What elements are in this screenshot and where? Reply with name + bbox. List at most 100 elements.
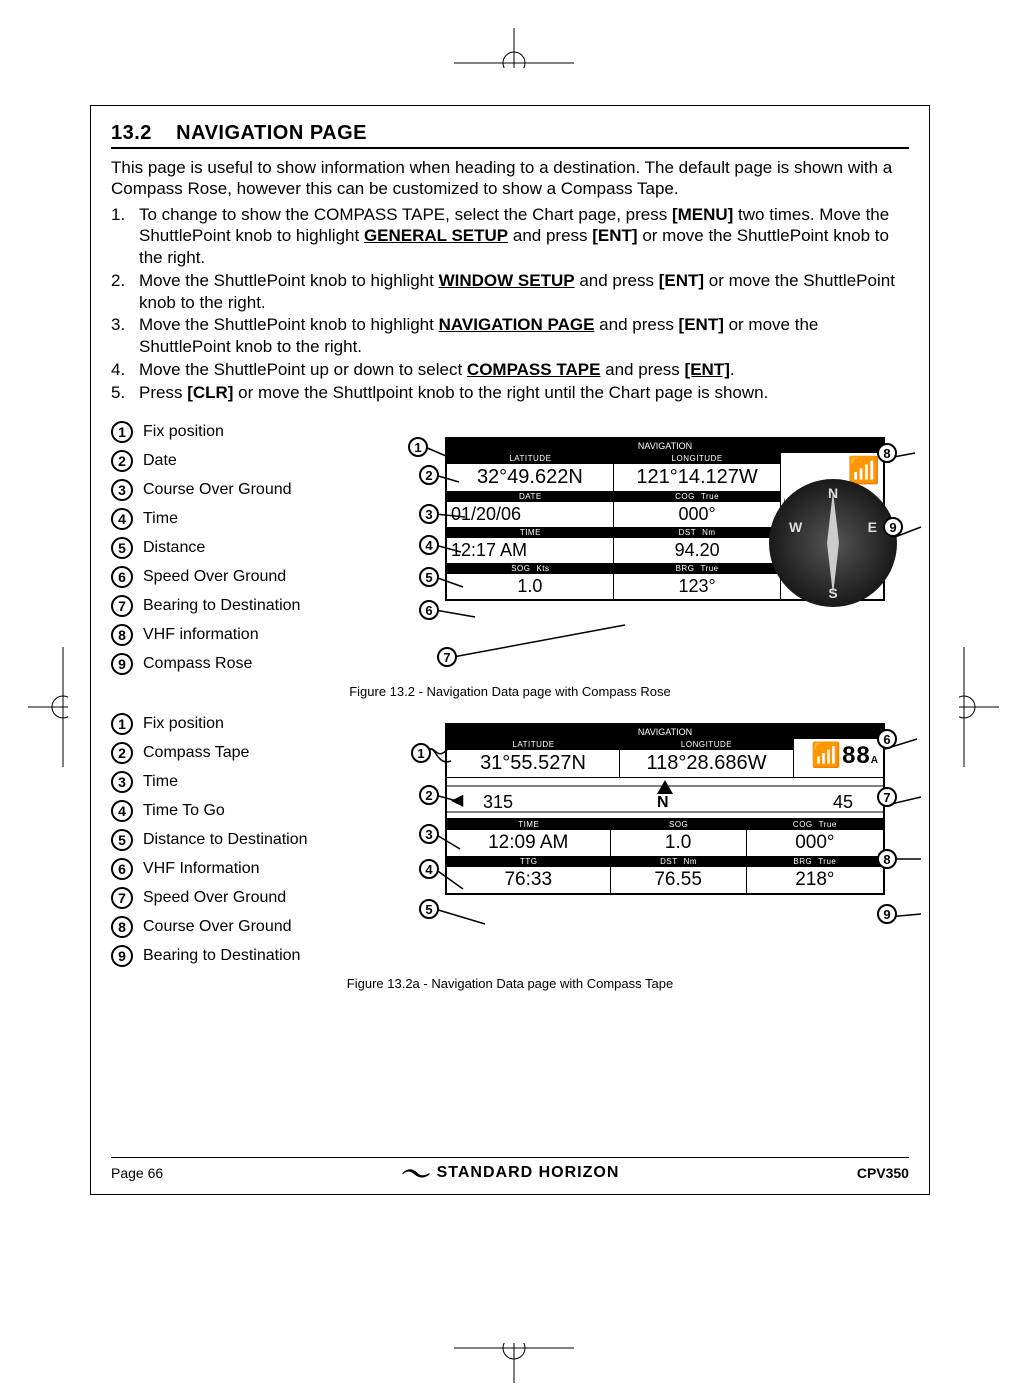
lon-label: LONGITUDE [614, 453, 781, 464]
page-number: Page 66 [111, 1165, 163, 1181]
legend-item: Bearing to Destination [143, 947, 300, 965]
screen-header: NAVIGATION [447, 725, 883, 739]
cog-value: 000° [614, 502, 781, 527]
step-number: 1. [111, 204, 139, 269]
callout-4: 4 [111, 800, 133, 822]
brg-value: 123° [614, 574, 781, 599]
figure-1-diagram: NAVIGATION LATITUDE 32°49.622N LONGITUDE [405, 417, 909, 677]
legend-item: Compass Tape [143, 744, 249, 762]
callout-9: 9 [111, 653, 133, 675]
callout-7: 7 [111, 595, 133, 617]
sog-label: SOGKts [447, 563, 614, 574]
crop-mark-bottom [454, 1343, 574, 1383]
callout-bubble: 5 [419, 899, 439, 919]
step-number: 4. [111, 359, 139, 381]
step-text: Move the ShuttlePoint knob to highlight … [139, 270, 909, 314]
callout-bubble: 2 [419, 785, 439, 805]
figure-1-block: 1Fix position 2Date 3Course Over Ground … [111, 417, 909, 678]
legend-item: VHF Information [143, 860, 259, 878]
legend-item: Time To Go [143, 802, 225, 820]
step-text: Move the ShuttlePoint up or down to sele… [139, 359, 735, 381]
brg-label: BRGTrue [747, 856, 883, 867]
legend-item: Compass Rose [143, 655, 252, 673]
brg-label: BRGTrue [614, 563, 781, 574]
dst-label: DSTNm [611, 856, 747, 867]
callout-2: 2 [111, 450, 133, 472]
step-4: 4. Move the ShuttlePoint up or down to s… [111, 359, 909, 381]
section-title-text: NAVIGATION PAGE [176, 122, 367, 144]
crop-mark-left [28, 647, 68, 767]
time-label: TIME [447, 527, 614, 538]
step-number: 2. [111, 270, 139, 314]
tape-left-value: 315 [483, 792, 513, 813]
time-value: 12:17 AM [447, 538, 614, 563]
lat-label: LATITUDE [447, 739, 620, 750]
page-footer: Page 66 STANDARD HORIZON CPV350 [111, 1157, 909, 1182]
callout-bubble: 8 [877, 443, 897, 463]
crop-mark-right [959, 647, 999, 767]
legend-item: Time [143, 510, 178, 528]
legend-item: Distance to Destination [143, 831, 308, 849]
cog-label: COGTrue [747, 819, 883, 830]
section-heading: 13.2 NAVIGATION PAGE [111, 122, 909, 149]
screen-header: NAVIGATION [447, 439, 883, 453]
tape-right-value: 45 [833, 792, 853, 813]
callout-2: 2 [111, 742, 133, 764]
crop-mark-top [454, 28, 574, 68]
figure-2-caption: Figure 13.2a - Navigation Data page with… [111, 976, 909, 991]
callout-bubble: 9 [883, 517, 903, 537]
compass-rose: N S W E [769, 479, 897, 607]
date-value: 01/20/06 [447, 502, 614, 527]
brand-logo: STANDARD HORIZON [401, 1164, 620, 1182]
step-5: 5. Press [CLR] or move the Shuttlpoint k… [111, 382, 909, 404]
sog-label: SOG [611, 819, 747, 830]
legend-1: 1Fix position 2Date 3Course Over Ground … [111, 417, 371, 678]
model-number: CPV350 [857, 1165, 909, 1181]
legend-item: Date [143, 452, 177, 470]
sog-value: 1.0 [447, 574, 614, 599]
ttg-label: TTG [447, 856, 611, 867]
callout-bubble: 4 [419, 859, 439, 879]
callout-9: 9 [111, 945, 133, 967]
lat-label: LATITUDE [447, 453, 614, 464]
callout-8: 8 [111, 624, 133, 646]
figure-2-diagram: NAVIGATION LATITUDE 31°55.527N LONGITUDE… [405, 709, 909, 949]
callout-5: 5 [111, 829, 133, 851]
callout-bubble: 5 [419, 567, 439, 587]
callout-bubble: 1 [408, 437, 428, 457]
legend-2: 1Fix position 2Compass Tape 3Time 4Time … [111, 709, 371, 970]
callout-4: 4 [111, 508, 133, 530]
callout-6: 6 [111, 566, 133, 588]
figure-1-caption: Figure 13.2 - Navigation Data page with … [111, 684, 909, 699]
steps-list: 1. To change to show the COMPASS TAPE, s… [111, 204, 909, 404]
page-content: 13.2 NAVIGATION PAGE This page is useful… [90, 105, 930, 1195]
date-label: DATE [447, 491, 614, 502]
callout-bubble: 6 [419, 600, 439, 620]
dst-value: 94.20 [614, 538, 781, 563]
legend-item: VHF information [143, 626, 259, 644]
legend-item: Time [143, 773, 178, 791]
callout-bubble: 4 [419, 535, 439, 555]
time-label: TIME [447, 819, 611, 830]
callout-6: 6 [111, 858, 133, 880]
step-3: 3. Move the ShuttlePoint knob to highlig… [111, 314, 909, 358]
time-value: 12:09 AM [447, 830, 611, 856]
callout-bubble: 9 [877, 904, 897, 924]
lon-label: LONGITUDE [620, 739, 793, 750]
legend-item: Fix position [143, 715, 224, 733]
callout-bubble: 6 [877, 729, 897, 749]
dst-label: DSTNm [614, 527, 781, 538]
callout-bubble: 7 [437, 647, 457, 667]
callout-bubble: 1 [411, 743, 431, 763]
vhf-info: 📶88A [793, 739, 883, 777]
legend-item: Course Over Ground [143, 918, 292, 936]
lat-value: 31°55.527N [447, 750, 620, 777]
legend-item: Speed Over Ground [143, 889, 286, 907]
step-number: 5. [111, 382, 139, 404]
compass-tape: ◀ 315 N 45 [447, 777, 883, 819]
cog-label: COGTrue [614, 491, 781, 502]
legend-item: Course Over Ground [143, 481, 292, 499]
lon-value: 121°14.127W [614, 464, 781, 491]
callout-3: 3 [111, 771, 133, 793]
legend-item: Speed Over Ground [143, 568, 286, 586]
